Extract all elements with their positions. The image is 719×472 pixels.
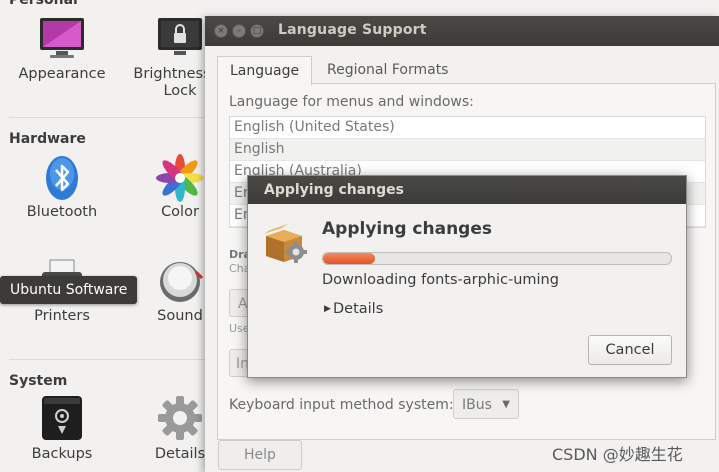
cancel-button[interactable]: Cancel (588, 335, 672, 365)
dialog-titlebar[interactable]: Applying changes (248, 176, 686, 204)
dialog-heading: Applying changes (322, 219, 492, 239)
keyboard-input-value: IBus (462, 397, 492, 413)
section-hardware: Hardware (9, 131, 86, 147)
sound-icon[interactable] (156, 258, 204, 306)
details-expander[interactable]: ▶ Details (324, 301, 383, 317)
expander-arrow-icon: ▶ (324, 304, 331, 314)
section-personal: Personal (9, 0, 78, 8)
minimize-icon[interactable]: – (232, 24, 246, 38)
applying-changes-dialog: Applying changes Applying changes Downlo… (247, 175, 687, 378)
tile-appearance-label: Appearance (18, 66, 106, 82)
watermark-text: CSDN @妙趣生花 (552, 445, 683, 464)
ubuntu-software-tooltip: Ubuntu Software (0, 276, 138, 304)
help-button[interactable]: Help (218, 440, 302, 470)
tab-regional-formats[interactable]: Regional Formats (315, 56, 460, 84)
chevron-down-icon: ▼ (502, 399, 510, 410)
tile-bluetooth-label: Bluetooth (26, 204, 98, 220)
window-titlebar[interactable]: × – □ Language Support (205, 16, 719, 46)
color-icon[interactable] (156, 154, 204, 202)
bluetooth-icon[interactable] (38, 154, 86, 202)
package-gear-icon (262, 222, 310, 264)
details-label: Details (333, 301, 384, 317)
close-icon[interactable]: × (214, 24, 228, 38)
progress-fill (323, 253, 376, 264)
window-title: Language Support (278, 22, 427, 38)
tab-language[interactable]: Language (217, 56, 313, 85)
tile-backups-label: Backups (31, 446, 93, 462)
menus-language-label: Language for menus and windows: (229, 94, 474, 110)
section-system: System (9, 373, 68, 389)
list-item[interactable]: English (230, 139, 705, 161)
keyboard-input-select[interactable]: IBus ▼ (453, 389, 519, 419)
details-gear-icon[interactable] (156, 394, 204, 442)
keyboard-input-label: Keyboard input method system: (229, 397, 454, 413)
separator-1 (9, 117, 205, 118)
separator-2 (9, 359, 205, 360)
tile-printers-label: Printers (34, 308, 90, 324)
list-item[interactable]: English (United States) (230, 117, 705, 139)
brightness-lock-icon[interactable] (156, 14, 204, 62)
dialog-title: Applying changes (264, 182, 404, 198)
appearance-icon[interactable] (38, 14, 86, 62)
backups-icon[interactable] (38, 394, 86, 442)
download-status-text: Downloading fonts-arphic-uming (322, 272, 559, 288)
download-progress-bar (322, 252, 672, 265)
maximize-icon[interactable]: □ (250, 24, 264, 38)
